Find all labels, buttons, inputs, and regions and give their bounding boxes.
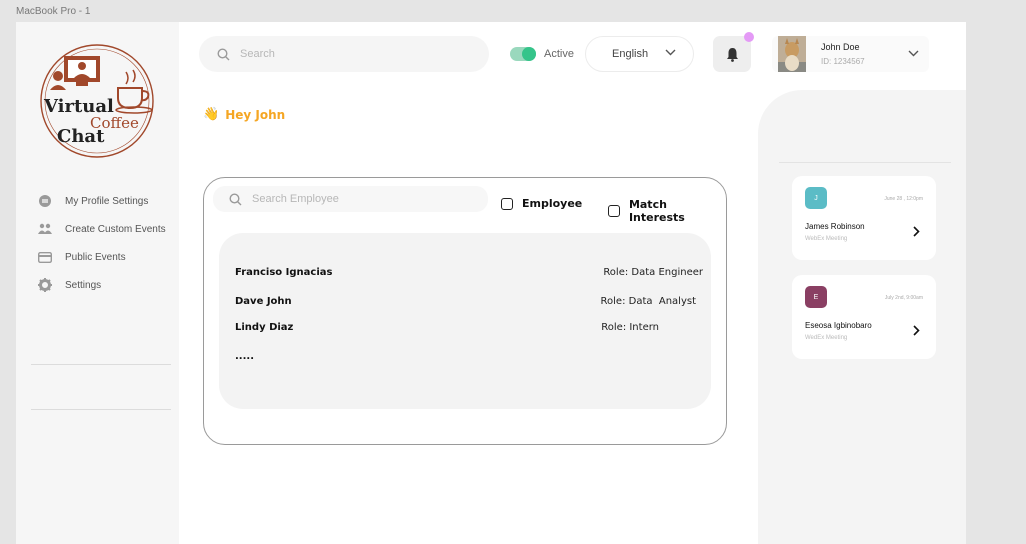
list-item[interactable]: Lindy Diaz Role: Intern (235, 319, 703, 335)
sidebar-nav: My Profile Settings Create Custom Events… (36, 187, 166, 299)
meeting-attendee-name: Eseosa Igbinobaro (805, 321, 872, 330)
employee-search-input[interactable] (252, 193, 452, 205)
language-select-value: English (612, 48, 649, 60)
greeting: 👋 Hey John (203, 107, 285, 122)
chevron-down-icon (665, 49, 676, 56)
meeting-type: WedEx Meeting (805, 335, 848, 341)
group-icon (36, 220, 54, 238)
card-icon (36, 248, 54, 266)
employee-filter-checkbox[interactable]: Employee (501, 197, 582, 210)
meeting-date: June 28 , 12:0pm (884, 196, 923, 202)
checkbox-label: Employee (522, 197, 583, 210)
waving-hand-icon: 👋 (203, 107, 220, 122)
employee-name: Lindy Diaz (235, 321, 294, 333)
sidebar-item-settings[interactable]: Settings (36, 271, 166, 299)
employee-search-bar[interactable] (213, 186, 488, 212)
search-icon (217, 47, 230, 60)
match-interests-checkbox[interactable]: Match Interests (608, 198, 726, 224)
virtual-coffee-chat-logo: Virtual Coffee Chat (40, 44, 154, 158)
employee-search-card: Employee Match Interests Franciso Ignaci… (203, 177, 727, 445)
more-employees-indicator: ..... (235, 351, 254, 362)
sidebar-divider (31, 409, 171, 410)
chevron-down-icon (908, 50, 919, 57)
sidebar-item-create-custom-events[interactable]: Create Custom Events (36, 215, 166, 243)
checkbox-label: Match Interests (628, 198, 685, 224)
checkbox[interactable] (608, 205, 620, 217)
frame-label: MacBook Pro - 1 (16, 6, 91, 17)
global-search-bar[interactable] (199, 36, 489, 72)
panel-divider (779, 162, 951, 163)
search-icon (229, 192, 242, 205)
logo-text-chat: Chat (57, 126, 105, 147)
user-name: John Doe (821, 42, 860, 52)
greeting-text: Hey John (225, 107, 286, 122)
meeting-initial-badge: E (805, 286, 827, 308)
sidebar-item-profile-settings[interactable]: My Profile Settings (36, 187, 166, 215)
search-input[interactable] (240, 48, 440, 60)
list-item[interactable]: Dave John Role: Data Analyst (235, 293, 703, 309)
employee-role: Role: Data Analyst (600, 295, 696, 307)
meeting-date: July 2nd, 9:00am (884, 295, 923, 301)
bell-icon (726, 47, 738, 62)
language-select[interactable]: English (585, 36, 694, 72)
profile-settings-icon (36, 192, 54, 210)
meeting-initial-badge: J (805, 187, 827, 209)
meeting-attendee-name: James Robinson (805, 222, 865, 231)
meeting-type: WebEx Meeting (805, 236, 848, 242)
sidebar-item-label: Settings (65, 279, 102, 291)
meeting-card[interactable]: J June 28 , 12:0pm James Robinson WebEx … (792, 176, 936, 260)
sidebar-item-label: Create Custom Events (65, 223, 166, 235)
active-status-label: Active (544, 48, 574, 60)
sidebar-item-label: Public Events (65, 251, 126, 263)
employee-role: Role: Intern (601, 321, 659, 333)
sidebar-divider (31, 364, 171, 365)
active-status-toggle[interactable] (510, 47, 536, 61)
upcoming-meetings-panel: J June 28 , 12:0pm James Robinson WebEx … (758, 90, 966, 544)
sidebar: Virtual Coffee Chat My Profile Settings … (16, 22, 179, 544)
toggle-knob (522, 47, 536, 61)
employee-role: Role: Data Engineer (603, 266, 703, 278)
sidebar-item-label: My Profile Settings (65, 195, 149, 207)
chevron-right-icon[interactable] (913, 325, 920, 336)
meeting-card[interactable]: E July 2nd, 9:00am Eseosa Igbinobaro Wed… (792, 275, 936, 359)
user-id: ID: 1234567 (821, 57, 865, 66)
notifications-button[interactable] (713, 36, 751, 72)
employee-name: Dave John (235, 295, 292, 307)
app-frame: Virtual Coffee Chat My Profile Settings … (16, 22, 966, 544)
checkbox[interactable] (501, 197, 513, 210)
gear-icon (36, 276, 54, 294)
employee-list: Franciso Ignacias Role: Data Engineer Da… (219, 233, 711, 409)
list-item[interactable]: Franciso Ignacias Role: Data Engineer (235, 264, 703, 280)
notification-badge-dot (744, 32, 754, 42)
chevron-right-icon[interactable] (913, 226, 920, 237)
sidebar-item-public-events[interactable]: Public Events (36, 243, 166, 271)
avatar (778, 36, 806, 72)
user-profile-menu[interactable]: John Doe ID: 1234567 (772, 36, 929, 72)
employee-name: Franciso Ignacias (235, 266, 333, 278)
